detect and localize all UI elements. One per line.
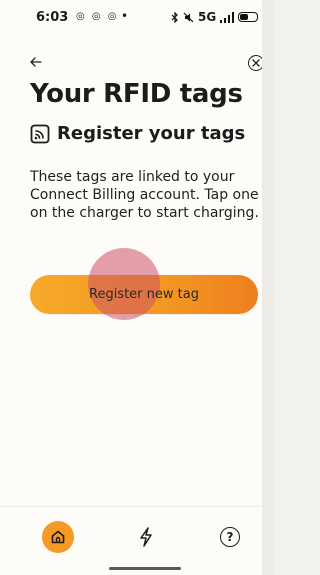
status-bar: 6:03 ◎ ◎ ◎ • 5G xyxy=(0,0,262,34)
background-strip xyxy=(262,0,273,575)
close-icon xyxy=(252,59,260,67)
status-indicators: 5G xyxy=(171,10,259,24)
app-screen: 6:03 ◎ ◎ ◎ • 5G Your RFID tags Register … xyxy=(0,0,264,575)
mute-icon xyxy=(183,12,194,22)
description-text: These tags are linked to your Connect Bi… xyxy=(30,169,259,221)
arrow-left-icon xyxy=(30,57,42,67)
register-new-tag-button[interactable]: Register new tag xyxy=(30,275,258,314)
home-icon xyxy=(51,530,65,544)
lightning-icon xyxy=(140,527,152,547)
rfid-tag-icon xyxy=(30,124,50,143)
nav-home-button[interactable] xyxy=(42,521,74,553)
bottom-nav: ? xyxy=(0,506,262,557)
battery-icon xyxy=(238,12,259,22)
status-time: 6:03 xyxy=(36,10,69,25)
bluetooth-icon xyxy=(171,11,178,23)
help-icon: ? xyxy=(226,530,234,544)
signal-icon xyxy=(220,11,235,23)
register-button-label: Register new tag xyxy=(89,287,199,302)
nav-charging-button[interactable] xyxy=(135,524,157,550)
notification-icons: ◎ ◎ ◎ xyxy=(76,11,119,22)
status-dot: • xyxy=(121,9,129,23)
network-type: 5G xyxy=(198,10,217,24)
nav-help-button[interactable]: ? xyxy=(220,527,240,547)
back-button[interactable] xyxy=(26,52,46,72)
section-title: Register your tags xyxy=(57,123,246,144)
page-title: Your RFID tags xyxy=(30,79,243,109)
gesture-bar[interactable] xyxy=(109,567,181,570)
section-header: Register your tags xyxy=(30,123,245,144)
